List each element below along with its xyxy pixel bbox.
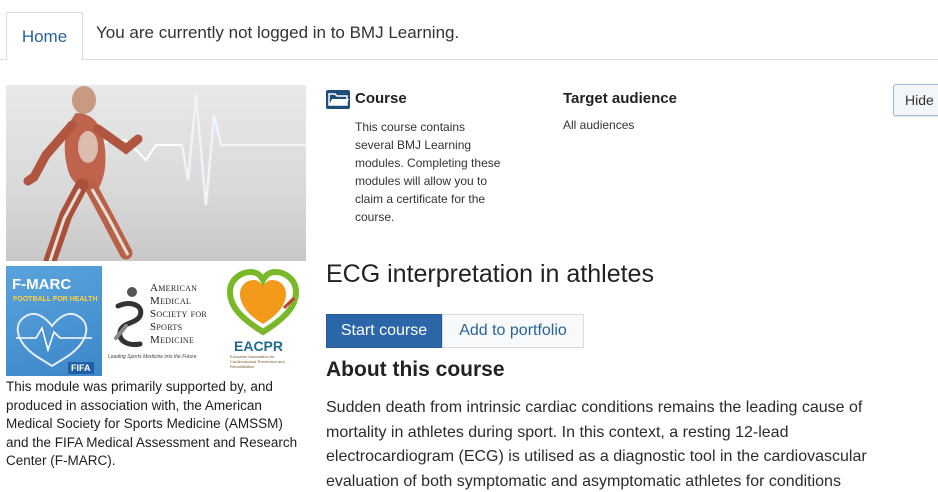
amssm-figure-icon xyxy=(114,287,144,347)
about-heading: About this course xyxy=(326,358,505,381)
page-title: ECG interpretation in athletes xyxy=(326,260,654,288)
runner-illustration xyxy=(23,86,306,261)
add-to-portfolio-button[interactable]: Add to portfolio xyxy=(442,314,584,348)
home-tab[interactable]: Home xyxy=(6,12,83,61)
eacpr-logo: EACPR European Association for Cardiovas… xyxy=(224,268,302,376)
login-status-message: You are currently not logged in to BMJ L… xyxy=(96,23,460,42)
fmarc-logo: F-MARC FOOTBALL FOR HEALTH FIFA xyxy=(6,266,102,376)
sponsor-support-text: This module was primarily supported by, … xyxy=(6,379,298,468)
fmarc-heart-ecg-icon xyxy=(16,312,92,368)
top-bar: Home You are currently not logged in to … xyxy=(0,0,938,61)
amssm-logo-name: American Medical Society for Sports Medi… xyxy=(150,282,208,346)
sponsor-logos: F-MARC FOOTBALL FOR HEALTH FIFA American… xyxy=(6,266,306,378)
eacpr-logo-fullname: European Association for Cardiovascular … xyxy=(230,354,285,369)
eacpr-logo-name: EACPR xyxy=(234,338,284,354)
course-type-label: Course xyxy=(355,90,407,107)
fifa-logo: FIFA xyxy=(68,362,94,374)
eacpr-heart-icon xyxy=(226,268,300,336)
amssm-logo: American Medical Society for Sports Medi… xyxy=(106,280,226,376)
target-audience-value: All audiences xyxy=(563,118,635,132)
target-audience-label: Target audience xyxy=(563,90,677,107)
amssm-logo-tagline: Leading Sports Medicine into the Future xyxy=(108,354,197,360)
hide-button[interactable]: Hide xyxy=(893,84,938,116)
folder-open-icon xyxy=(326,90,350,109)
start-course-button[interactable]: Start course xyxy=(326,314,442,348)
course-type-description: This course contains several BMJ Learnin… xyxy=(355,120,501,224)
about-text: Sudden death from intrinsic cardiac cond… xyxy=(326,399,867,490)
hero-image-runner xyxy=(6,85,306,261)
